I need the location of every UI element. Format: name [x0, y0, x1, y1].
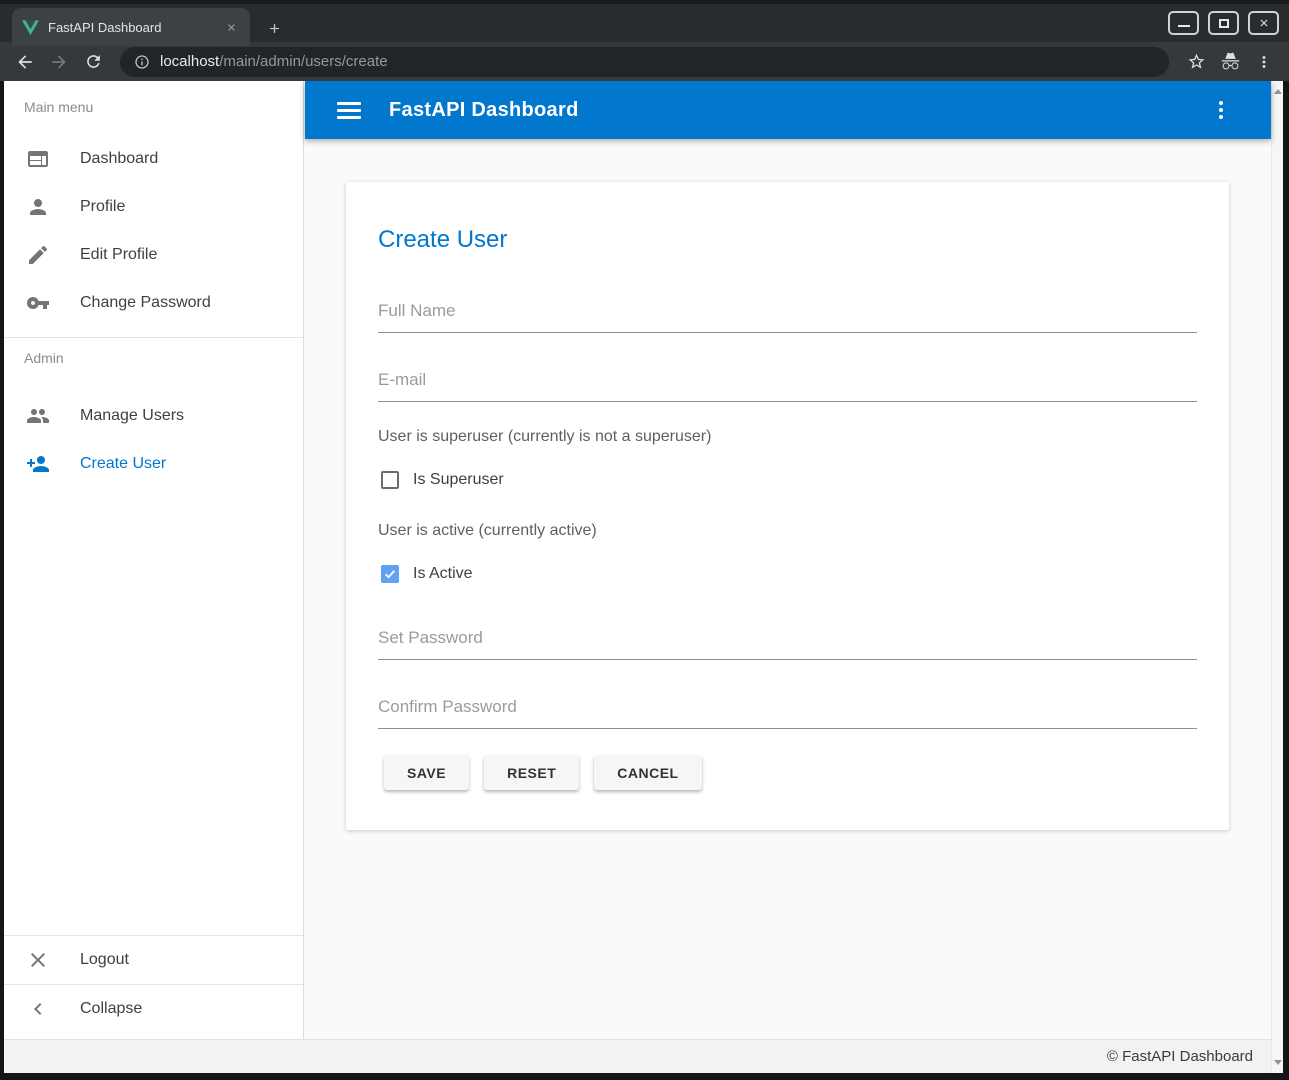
url-bar[interactable]: localhost/main/admin/users/create	[120, 47, 1169, 77]
is-superuser-checkbox[interactable]	[381, 471, 399, 489]
url-path: /main/admin/users/create	[219, 53, 387, 70]
sidebar-item-label: Logout	[80, 951, 129, 969]
appbar-title: FastAPI Dashboard	[389, 99, 1209, 122]
bookmark-star-icon[interactable]	[1183, 49, 1209, 75]
sidebar-item-manage-users[interactable]: Manage Users	[4, 392, 303, 440]
full-name-input[interactable]	[378, 300, 1197, 333]
create-user-card: Create User User is superuser (currently…	[346, 182, 1229, 830]
url-host: localhost	[160, 53, 219, 70]
is-active-checkbox[interactable]	[381, 565, 399, 583]
is-active-label: Is Active	[413, 565, 473, 583]
edit-pencil-icon	[26, 243, 50, 267]
maximize-icon[interactable]	[1208, 11, 1239, 35]
info-icon[interactable]	[134, 54, 150, 70]
vue-logo-icon	[22, 19, 39, 36]
sidebar-item-dashboard[interactable]: Dashboard	[4, 135, 303, 183]
browser-chrome: FastAPI Dashboard	[0, 0, 1289, 81]
is-superuser-label: Is Superuser	[413, 471, 504, 489]
full-name-field-wrap	[378, 300, 1197, 333]
sidebar-item-label: Create User	[80, 455, 166, 473]
sidebar-item-edit-profile[interactable]: Edit Profile	[4, 231, 303, 279]
email-input[interactable]	[378, 369, 1197, 402]
kebab-menu-icon[interactable]	[1209, 98, 1233, 122]
tab-strip: FastAPI Dashboard	[0, 0, 1289, 42]
sidebar-item-label: Collapse	[80, 1000, 142, 1018]
browser-toolbar: localhost/main/admin/users/create	[0, 42, 1289, 81]
save-button[interactable]: SAVE	[384, 755, 469, 790]
person-add-icon	[26, 452, 50, 476]
tab-title: FastAPI Dashboard	[48, 20, 213, 35]
browser-tab[interactable]: FastAPI Dashboard	[12, 8, 250, 46]
appbar: FastAPI Dashboard	[305, 81, 1271, 139]
form-actions: SAVE RESET CANCEL	[384, 755, 1197, 790]
scrollbar-down-arrow-icon[interactable]	[1274, 1060, 1282, 1065]
chevron-left-icon	[26, 997, 50, 1021]
sidebar-caption-admin: Admin	[4, 338, 303, 378]
set-password-field-wrap	[378, 627, 1197, 660]
confirm-password-field-wrap	[378, 696, 1197, 729]
cancel-button[interactable]: CANCEL	[594, 755, 701, 790]
dashboard-icon	[26, 147, 50, 171]
people-icon	[26, 404, 50, 428]
page-title: Create User	[378, 226, 1197, 254]
browser-menu-kebab-icon[interactable]	[1251, 49, 1277, 75]
page-scrollbar[interactable]	[1271, 81, 1283, 1073]
sidebar-item-logout[interactable]: Logout	[4, 936, 303, 984]
is-active-checkbox-row[interactable]: Is Active	[378, 562, 1197, 586]
tab-close-icon[interactable]	[222, 18, 240, 36]
sidebar-item-collapse[interactable]: Collapse	[4, 985, 303, 1033]
sidebar-item-label: Profile	[80, 198, 125, 216]
email-field-wrap	[378, 369, 1197, 402]
sidebar: Main menu Dashboard Profile Edit Profile	[4, 81, 304, 1039]
sidebar-item-label: Dashboard	[80, 150, 158, 168]
sidebar-item-label: Change Password	[80, 294, 211, 312]
page: Main menu Dashboard Profile Edit Profile	[4, 81, 1283, 1073]
reset-button[interactable]: RESET	[484, 755, 579, 790]
minimize-icon[interactable]	[1168, 11, 1199, 35]
incognito-icon	[1217, 49, 1243, 75]
superuser-hint: User is superuser (currently is not a su…	[378, 426, 1197, 448]
sidebar-item-label: Manage Users	[80, 407, 184, 425]
sidebar-caption-main-menu: Main menu	[4, 81, 303, 121]
footer-copyright: © FastAPI Dashboard	[1107, 1048, 1253, 1065]
back-arrow-icon[interactable]	[12, 49, 38, 75]
scrollbar-up-arrow-icon[interactable]	[1274, 89, 1282, 94]
forward-arrow-icon[interactable]	[46, 49, 72, 75]
hamburger-menu-icon[interactable]	[337, 98, 361, 122]
sidebar-spacer	[4, 488, 303, 935]
confirm-password-input[interactable]	[378, 696, 1197, 729]
sidebar-item-profile[interactable]: Profile	[4, 183, 303, 231]
logout-x-icon	[26, 948, 50, 972]
set-password-input[interactable]	[378, 627, 1197, 660]
is-superuser-checkbox-row[interactable]: Is Superuser	[378, 468, 1197, 492]
active-hint: User is active (currently active)	[378, 520, 1197, 542]
new-tab-icon[interactable]	[262, 16, 286, 40]
sidebar-item-label: Edit Profile	[80, 246, 157, 264]
close-icon[interactable]	[1248, 11, 1279, 35]
person-icon	[26, 195, 50, 219]
window-controls	[1168, 11, 1279, 35]
reload-icon[interactable]	[80, 49, 106, 75]
sidebar-item-create-user[interactable]: Create User	[4, 440, 303, 488]
sidebar-item-change-password[interactable]: Change Password	[4, 279, 303, 327]
url-text: localhost/main/admin/users/create	[160, 53, 388, 70]
footer: © FastAPI Dashboard	[4, 1039, 1283, 1073]
main-area: FastAPI Dashboard Create User User is su…	[305, 81, 1271, 1039]
key-icon	[26, 291, 50, 315]
